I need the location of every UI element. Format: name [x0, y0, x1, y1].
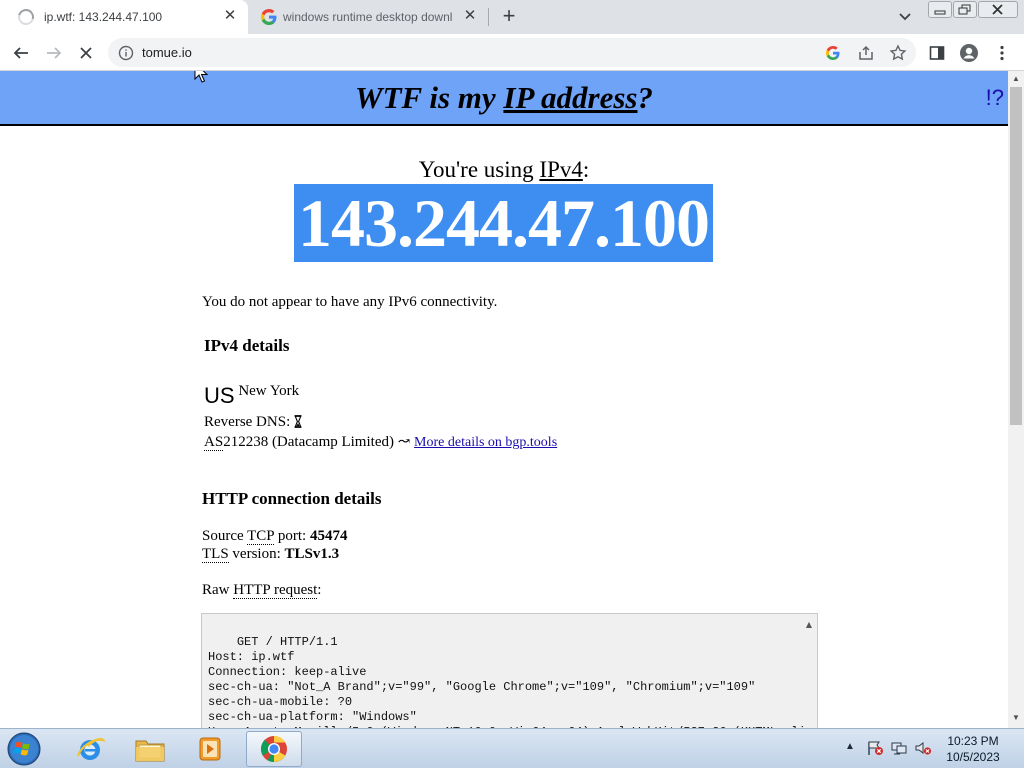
- http-details-heading: HTTP connection details: [202, 489, 382, 508]
- taskbar-file-explorer[interactable]: [122, 731, 178, 767]
- show-hidden-icons-button[interactable]: ▲: [845, 741, 855, 752]
- mouse-cursor-icon: [194, 71, 208, 83]
- google-lens-icon[interactable]: [824, 44, 842, 62]
- google-icon: [261, 9, 277, 25]
- close-window-button[interactable]: [978, 1, 1018, 18]
- chrome-icon: [260, 735, 287, 763]
- ipv6-note: You do not appear to have any IPv6 conne…: [202, 294, 498, 310]
- media-player-icon: [199, 737, 221, 761]
- ipv4-details-heading: IPv4 details: [204, 336, 290, 355]
- reverse-dns-line: Reverse DNS:: [204, 414, 302, 431]
- kebab-menu-icon: [1000, 45, 1004, 61]
- tls-abbr: TLS: [202, 546, 229, 563]
- bookmark-star-icon[interactable]: [889, 44, 907, 62]
- tls-version-value: TLSv1.3: [284, 546, 340, 562]
- source-port-line: Source TCP port: 45474: [202, 528, 348, 545]
- site-header: WTF is my IP address? !?: [0, 71, 1008, 126]
- tab-search-chevron-icon[interactable]: [896, 9, 914, 25]
- ip-address-display[interactable]: 143.244.47.100: [294, 184, 713, 262]
- textarea-scroll-up-icon[interactable]: ▲: [806, 617, 812, 632]
- close-window-icon: [992, 4, 1003, 15]
- site-title: WTF is my IP address?: [355, 80, 653, 115]
- page-viewport: WTF is my IP address? !? You're using IP…: [0, 71, 1008, 728]
- restore-button[interactable]: [953, 1, 977, 18]
- tab-strip: ip.wtf: 143.244.47.100 ✕ windows runtime…: [0, 0, 1024, 34]
- bgp-tools-link[interactable]: More details on bgp.tools: [414, 435, 557, 450]
- clock-time: 10:23 PM: [947, 734, 999, 748]
- system-clock[interactable]: 10:23 PM 10/5/2023: [936, 733, 1010, 765]
- back-button[interactable]: [10, 42, 32, 64]
- start-button[interactable]: [4, 730, 44, 768]
- tab-title: windows runtime desktop downl: [283, 10, 453, 24]
- internet-explorer-icon: [76, 737, 105, 760]
- forward-button[interactable]: [43, 42, 65, 64]
- loading-spinner-icon: [15, 6, 37, 28]
- side-panel-icon: [929, 46, 945, 60]
- page-scrollbar[interactable]: ▲ ▼: [1008, 71, 1024, 728]
- ipv4-link[interactable]: IPv4: [539, 157, 582, 182]
- action-center-flag-icon[interactable]: [866, 740, 884, 756]
- address-text[interactable]: tomue.io: [142, 45, 192, 60]
- raw-request-label: Raw HTTP request:: [202, 582, 322, 599]
- profile-avatar-icon: [960, 44, 978, 62]
- browser-menu-button[interactable]: [991, 42, 1013, 64]
- minimize-button[interactable]: [928, 1, 952, 18]
- taskbar-internet-explorer[interactable]: [62, 731, 118, 767]
- as-abbr: AS: [204, 434, 224, 451]
- raw-request-text: GET / HTTP/1.1 Host: ip.wtf Connection: …: [208, 635, 806, 728]
- close-tab-icon[interactable]: ✕: [222, 8, 238, 24]
- profile-button[interactable]: [958, 42, 980, 64]
- clock-date: 10/5/2023: [946, 750, 1000, 764]
- restore-icon: [958, 4, 971, 15]
- windows-taskbar: ▲ 10:23 PM 10/5/2023: [0, 728, 1024, 768]
- share-icon[interactable]: [857, 44, 875, 62]
- scroll-up-icon[interactable]: ▲: [1012, 74, 1020, 83]
- location-line: US New York: [204, 383, 299, 409]
- stop-loading-button[interactable]: [75, 42, 97, 64]
- address-bar[interactable]: tomue.io: [108, 38, 916, 67]
- raw-request-textarea[interactable]: GET / HTTP/1.1 Host: ip.wtf Connection: …: [201, 613, 818, 728]
- new-tab-button[interactable]: +: [498, 5, 520, 28]
- back-arrow-icon: [13, 47, 28, 59]
- hourglass-icon: [294, 415, 302, 428]
- help-link[interactable]: !?: [986, 85, 1004, 111]
- close-tab-icon[interactable]: ✕: [462, 8, 478, 24]
- tcp-abbr: TCP: [247, 528, 275, 545]
- tab-google-search[interactable]: windows runtime desktop downl ✕: [250, 0, 488, 34]
- stop-icon: [80, 47, 92, 59]
- browser-toolbar: tomue.io: [0, 34, 1024, 71]
- side-panel-button[interactable]: [926, 42, 948, 64]
- country-code: US: [204, 383, 235, 408]
- city-name: New York: [238, 383, 300, 399]
- minimize-icon: [934, 10, 946, 15]
- tab-ip-wtf[interactable]: ip.wtf: 143.244.47.100 ✕: [0, 0, 248, 34]
- volume-muted-icon[interactable]: [914, 740, 932, 756]
- site-info-icon[interactable]: [118, 45, 134, 61]
- taskbar-chrome[interactable]: [246, 731, 302, 767]
- protocol-line: You're using IPv4:: [418, 157, 590, 182]
- as-line: AS212238 (Datacamp Limited) ↝ More detai…: [204, 434, 558, 451]
- tab-title: ip.wtf: 143.244.47.100: [44, 10, 163, 24]
- tab-separator: [488, 8, 489, 26]
- taskbar-media-player[interactable]: [182, 731, 238, 767]
- ip-address-link[interactable]: IP address: [503, 80, 637, 115]
- tls-version-line: TLS version: TLSv1.3: [202, 546, 340, 563]
- folder-icon: [135, 740, 165, 762]
- network-icon[interactable]: [890, 740, 908, 756]
- scrollbar-thumb[interactable]: [1010, 87, 1022, 425]
- http-request-abbr: HTTP request: [233, 582, 318, 599]
- scroll-down-icon[interactable]: ▼: [1012, 713, 1020, 722]
- source-port-value: 45474: [309, 528, 348, 544]
- forward-arrow-icon: [47, 47, 62, 59]
